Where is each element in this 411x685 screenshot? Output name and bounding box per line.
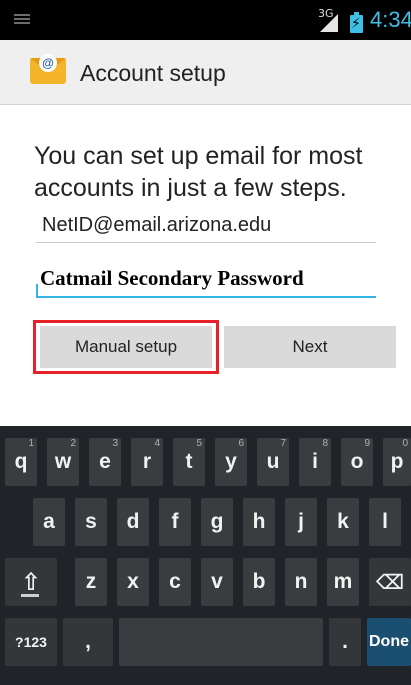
status-bar: 3G ⚡ 4:34 [0,0,411,40]
key-n[interactable]: n [285,558,317,606]
key-l[interactable]: l [369,498,401,546]
key-c[interactable]: c [159,558,191,606]
clock: 4:34 [370,7,411,32]
text-cursor [36,284,38,296]
key-i[interactable]: 8i [299,438,331,486]
manual-setup-button[interactable]: Manual setup [40,326,212,368]
key-y[interactable]: 6y [215,438,247,486]
key-q[interactable]: 1q [5,438,37,486]
symbols-key[interactable]: ?123 [5,618,57,666]
key-a[interactable]: a [33,498,65,546]
key-o[interactable]: 9o [341,438,373,486]
key-u[interactable]: 7u [257,438,289,486]
comma-key[interactable]: , [63,618,113,666]
key-h[interactable]: h [243,498,275,546]
notification-icon [14,14,30,24]
key-e[interactable]: 3e [89,438,121,486]
key-b[interactable]: b [243,558,275,606]
key-v[interactable]: v [201,558,233,606]
shift-icon: ⇧ [20,568,42,596]
email-input[interactable] [36,208,376,242]
key-p[interactable]: 0p [383,438,411,486]
backspace-key[interactable]: ⌫ [369,558,411,606]
key-x[interactable]: x [117,558,149,606]
key-z[interactable]: z [75,558,107,606]
key-w[interactable]: 2w [47,438,79,486]
page-title: Account setup [80,60,226,86]
intro-text: You can set up email for most accounts i… [34,142,363,202]
key-r[interactable]: 4r [131,438,163,486]
password-input[interactable] [36,262,376,294]
key-s[interactable]: s [75,498,107,546]
period-key[interactable]: . [329,618,361,666]
action-bar: @ Account setup [0,40,411,105]
key-k[interactable]: k [327,498,359,546]
email-app-icon: @ [30,54,66,84]
key-j[interactable]: j [285,498,317,546]
key-f[interactable]: f [159,498,191,546]
backspace-icon: ⌫ [375,570,405,594]
password-field[interactable] [36,262,376,298]
shift-key[interactable]: ⇧ [5,558,57,606]
key-d[interactable]: d [117,498,149,546]
key-t[interactable]: 5t [173,438,205,486]
spacebar-key[interactable] [119,618,323,666]
done-key[interactable]: Done [367,618,411,666]
key-g[interactable]: g [201,498,233,546]
battery-charging-icon: ⚡ [350,12,363,33]
email-field[interactable] [36,208,376,243]
key-m[interactable]: m [327,558,359,606]
signal-icon [320,14,338,32]
next-button[interactable]: Next [224,326,396,368]
soft-keyboard: 1q 2w 3e 4r 5t 6y 7u 8i 9o 0p a s d f g … [0,426,411,685]
